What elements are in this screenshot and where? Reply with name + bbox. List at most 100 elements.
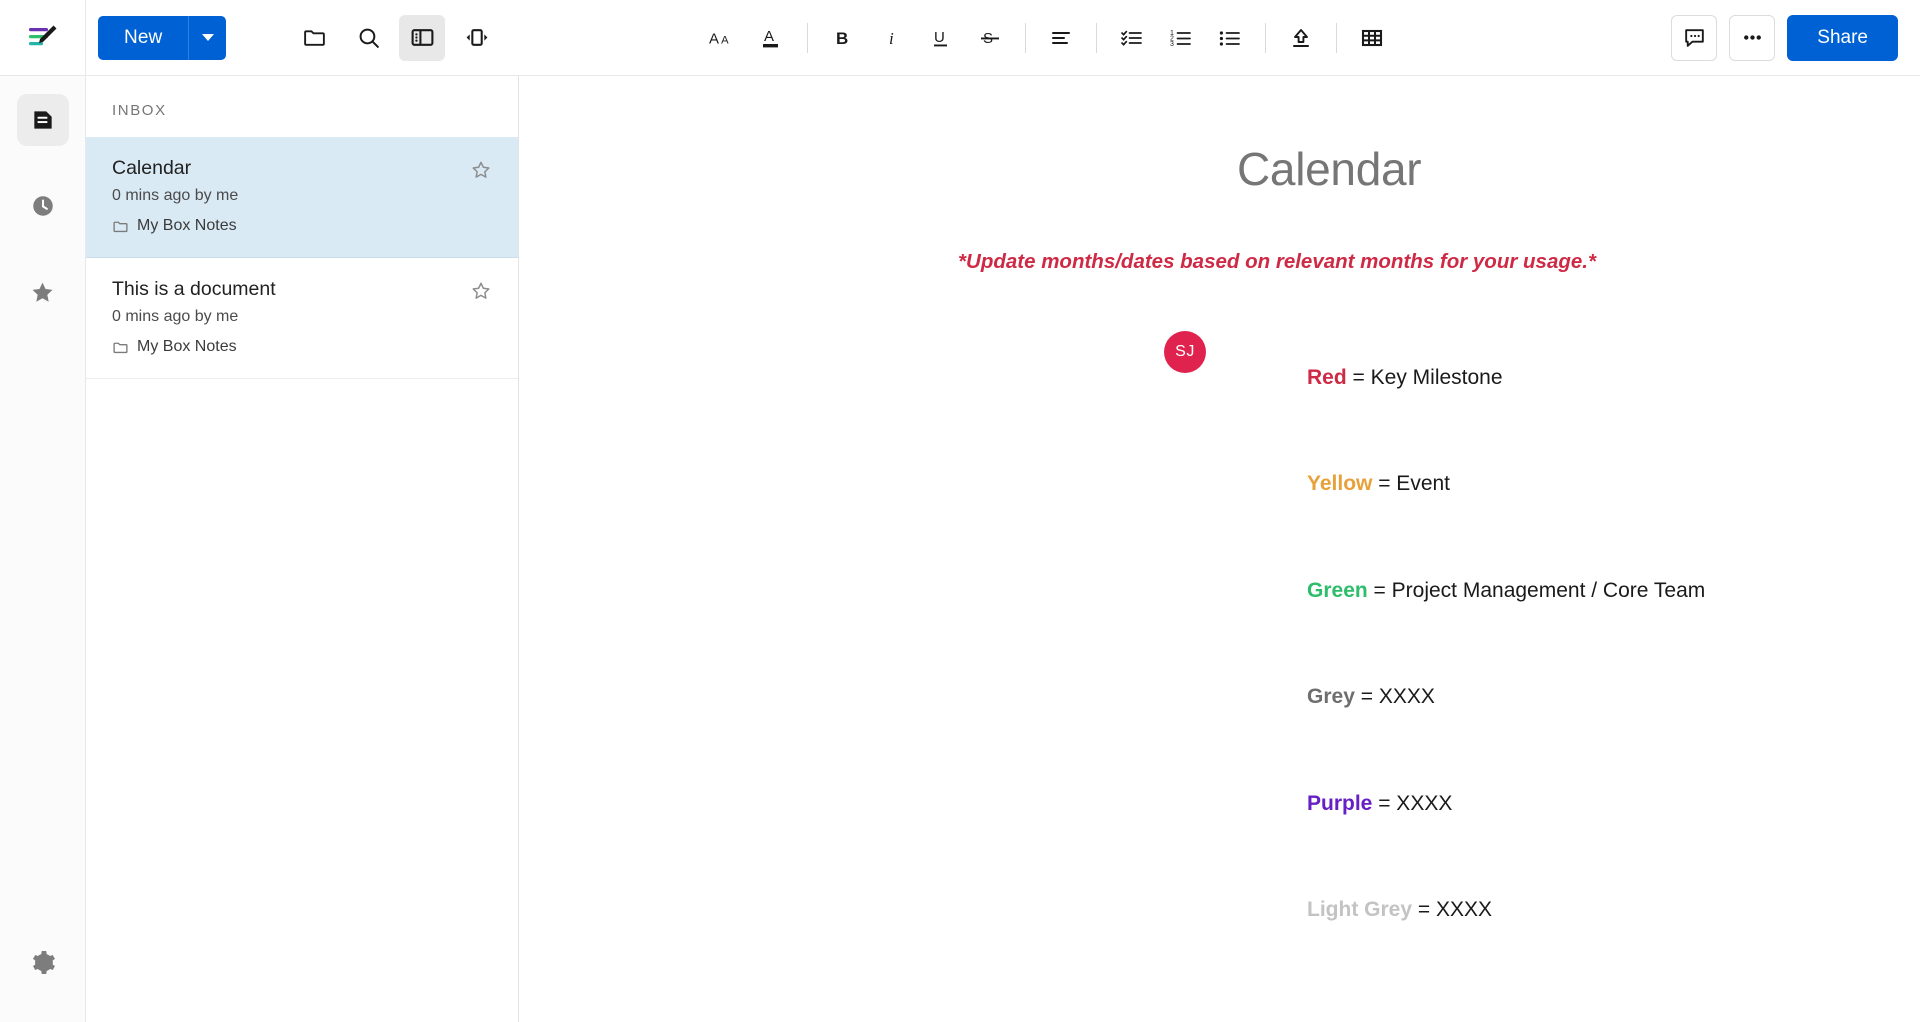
page-title[interactable]: Calendar — [1237, 142, 1920, 196]
inbox-header: INBOX — [112, 102, 167, 119]
font-size-icon: A A — [709, 30, 729, 47]
document-editor[interactable]: Calendar SJ *Update months/dates based o… — [519, 76, 1920, 1022]
italic-icon: i — [889, 29, 894, 48]
gear-icon — [32, 950, 55, 974]
page-width-icon — [466, 29, 488, 46]
legend-definition: = Project Management / Core Team — [1367, 578, 1706, 602]
app-logo[interactable] — [0, 0, 86, 76]
star-outline-icon — [472, 282, 490, 299]
star-icon — [32, 282, 53, 302]
underline-icon: U — [934, 29, 947, 46]
indent-button[interactable] — [1278, 15, 1324, 61]
text-color-button[interactable]: A — [749, 15, 795, 61]
color-legend: Red = Key Milestone Yellow = Event Green… — [1237, 324, 1920, 963]
document-folder: My Box Notes — [112, 217, 498, 235]
left-rail — [0, 76, 86, 1022]
list-item[interactable]: This is a document 0 mins ago by me My B… — [86, 258, 518, 379]
rail-item-settings[interactable] — [17, 936, 69, 988]
list-item[interactable]: Calendar 0 mins ago by me My Box Notes — [86, 137, 518, 258]
svg-text:A: A — [764, 28, 774, 45]
toolbar-divider — [1265, 22, 1266, 53]
search-icon — [359, 28, 379, 48]
legend-definition: = Key Milestone — [1346, 365, 1503, 389]
more-options-button[interactable] — [1729, 14, 1776, 61]
strikethrough-icon: S — [981, 30, 999, 47]
all-files-button[interactable] — [291, 15, 337, 61]
rail-item-recents[interactable] — [17, 180, 69, 232]
legend-row: Green = Project Management / Core Team — [1237, 537, 1920, 644]
favorite-toggle[interactable] — [470, 159, 492, 186]
new-button[interactable]: New — [98, 15, 189, 60]
document-icon — [33, 111, 52, 129]
align-button[interactable] — [1038, 15, 1084, 61]
ellipsis-icon — [1743, 35, 1761, 40]
legend-row: Yellow = Event — [1237, 431, 1920, 538]
legend-row: Red = Key Milestone — [1237, 324, 1920, 431]
strikethrough-button[interactable]: S — [967, 15, 1013, 61]
share-button[interactable]: Share — [1787, 14, 1898, 61]
top-toolbar: New A A A B i U S 1 2 3 Share — [0, 0, 1920, 76]
folder-icon — [113, 221, 128, 232]
navigation-icon-group — [291, 14, 499, 61]
table-button[interactable] — [1349, 15, 1395, 61]
legend-color-label: Red — [1307, 365, 1347, 389]
svg-text:U: U — [934, 29, 945, 46]
legend-color-label: Yellow — [1307, 472, 1373, 495]
toolbar-divider — [1096, 22, 1097, 53]
checklist-button[interactable] — [1109, 15, 1155, 61]
document-page: Calendar SJ *Update months/dates based o… — [519, 76, 1920, 1022]
legend-definition: = XXXX — [1372, 791, 1453, 815]
document-meta: 0 mins ago by me — [112, 187, 239, 204]
favorite-toggle[interactable] — [470, 280, 492, 307]
bold-button[interactable]: B — [820, 15, 866, 61]
comment-icon — [1685, 29, 1704, 47]
svg-text:3: 3 — [1170, 41, 1174, 48]
bold-icon: B — [836, 29, 848, 48]
topbar-right-actions: Share — [1671, 14, 1898, 61]
clock-icon — [32, 196, 53, 216]
legend-color-label: Purple — [1307, 791, 1373, 815]
folder-label: My Box Notes — [137, 338, 237, 355]
legend-definition: = XXXX — [1354, 685, 1435, 708]
toolbar-divider — [807, 22, 808, 53]
numbered-list-button[interactable]: 123 — [1158, 15, 1204, 61]
svg-text:i: i — [889, 29, 894, 48]
font-size-button[interactable]: A A — [700, 15, 746, 61]
document-meta: 0 mins ago by me — [112, 308, 239, 325]
formatting-toolbar: A A A B i U S 1 2 3 — [700, 15, 1395, 61]
document-name: Calendar — [112, 157, 192, 179]
avatar[interactable]: SJ — [1164, 331, 1206, 373]
rail-item-documents[interactable] — [16, 94, 69, 146]
sidebar-toggle-icon — [411, 29, 434, 46]
inbox-panel: INBOX Calendar 0 mins ago by me My Box N… — [86, 76, 519, 1022]
folder-label: My Box Notes — [137, 217, 237, 234]
underline-button[interactable]: U — [918, 15, 964, 61]
folder-icon — [113, 342, 128, 353]
document-folder: My Box Notes — [112, 338, 498, 356]
align-left-icon — [1052, 31, 1070, 44]
toolbar-divider — [1025, 22, 1026, 53]
folder-icon — [304, 30, 325, 46]
svg-text:B: B — [836, 29, 848, 48]
legend-color-label: Light Grey — [1307, 898, 1413, 921]
bulleted-list-button[interactable] — [1207, 15, 1253, 61]
legend-color-label: Green — [1307, 578, 1368, 602]
star-outline-icon — [472, 161, 490, 178]
main-body: INBOX Calendar 0 mins ago by me My Box N… — [0, 76, 1920, 1022]
document-name: This is a document — [112, 278, 276, 300]
numbered-list-icon: 123 — [1170, 30, 1191, 48]
bulleted-list-icon — [1219, 30, 1240, 46]
checklist-icon — [1121, 30, 1142, 46]
new-dropdown-button[interactable] — [188, 15, 227, 60]
table-icon — [1361, 29, 1383, 46]
new-button-group[interactable]: New — [98, 15, 227, 60]
text-color-icon: A — [763, 28, 778, 47]
italic-button[interactable]: i — [869, 15, 915, 61]
legend-row: Purple = XXXX — [1237, 750, 1920, 857]
page-width-button[interactable] — [453, 15, 499, 61]
comments-button[interactable] — [1671, 14, 1718, 61]
rail-item-favorites[interactable] — [17, 266, 69, 318]
app-root: New A A A B i U S 1 2 3 Share INBOX Cale… — [0, 0, 1920, 1022]
search-button[interactable] — [345, 15, 391, 61]
sidebar-toggle-button[interactable] — [399, 14, 446, 61]
